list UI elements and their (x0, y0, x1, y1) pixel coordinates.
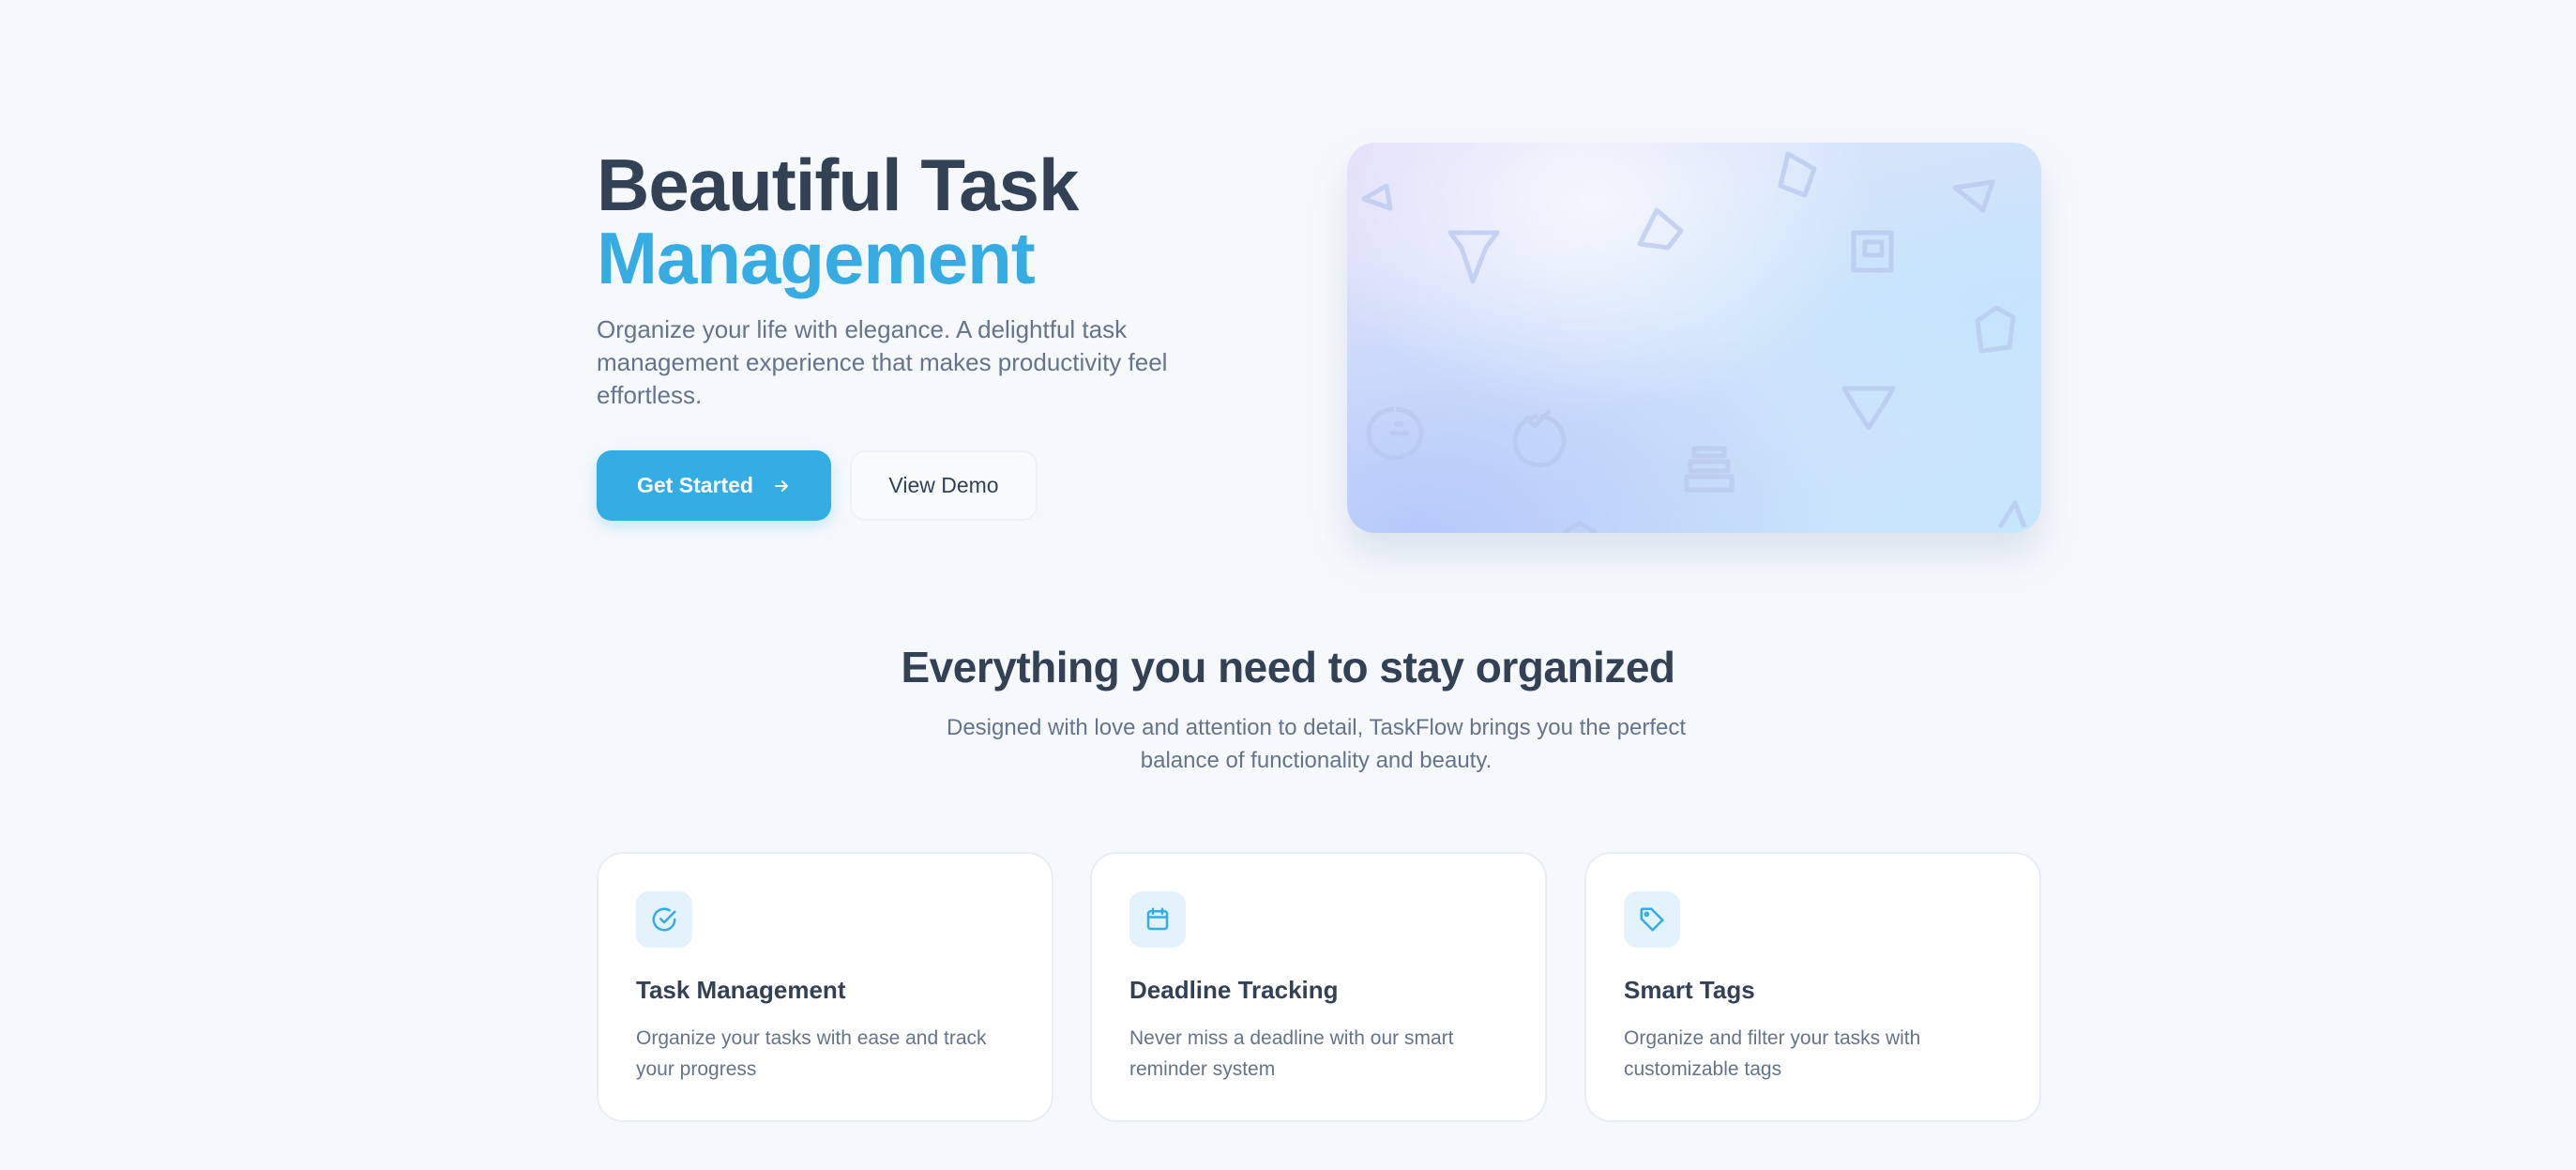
floating-shapes-pattern (1361, 151, 2027, 533)
envelope-shape (1778, 151, 1817, 198)
diamond-shape-2 (1637, 207, 1684, 251)
tag-icon (1640, 907, 1664, 932)
feature-icon-box (1129, 891, 1186, 948)
feature-icon-box (1624, 891, 1680, 948)
feature-title: Deadline Tracking (1129, 976, 1339, 1004)
calendar-icon (1146, 907, 1169, 931)
feature-title: Smart Tags (1624, 976, 1755, 1004)
hero-subtitle: Organize your life with elegance. A deli… (597, 315, 1168, 409)
feature-icon-box (636, 891, 692, 948)
view-demo-button[interactable]: View Demo (850, 450, 1038, 521)
diamond-shape-3 (1952, 179, 1995, 213)
feature-title: Task Management (636, 976, 846, 1004)
hero-illustration (1347, 143, 2041, 533)
view-demo-label: View Demo (888, 473, 999, 497)
feature-description: Organize and filter your tasks with cust… (1624, 1027, 1921, 1080)
features-title: Everything you need to stay organized (901, 643, 1676, 691)
feature-description: Organize your tasks with ease and track … (636, 1027, 987, 1080)
corner-shape-1 (1561, 521, 1599, 533)
get-started-button[interactable]: Get Started (597, 450, 831, 521)
tag-shape-1 (1975, 305, 2016, 354)
badge-shape (1366, 406, 1424, 461)
diamond-shape-4 (1841, 386, 1896, 431)
landing-page: Beautiful Task Management Organize your … (0, 0, 2576, 1170)
get-started-label: Get Started (637, 473, 753, 497)
stack-shape (1684, 446, 1735, 493)
feature-card-task-management: Task Management Organize your tasks with… (597, 852, 1053, 1122)
diamond-shape-1 (1447, 230, 1500, 284)
arrow-right-icon (775, 479, 788, 492)
feature-card-smart-tags: Smart Tags Organize and filter your task… (1584, 852, 2041, 1122)
hero-title-line1: Beautiful Task (597, 144, 1079, 226)
corner-shape-2 (1997, 500, 2027, 529)
hero-title-highlight: Management (597, 217, 1036, 299)
check-shape (1512, 409, 1567, 468)
corner-shape-3 (1361, 183, 1393, 211)
feature-card-deadline-tracking: Deadline Tracking Never miss a deadline … (1090, 852, 1547, 1122)
feature-description: Never miss a deadline with our smart rem… (1129, 1027, 1454, 1080)
features-subtitle: Designed with love and attention to deta… (946, 715, 1686, 773)
tile-shape-1 (1851, 230, 1894, 273)
hero-title: Beautiful Task Management (597, 144, 1079, 299)
check-circle-icon (652, 907, 676, 932)
